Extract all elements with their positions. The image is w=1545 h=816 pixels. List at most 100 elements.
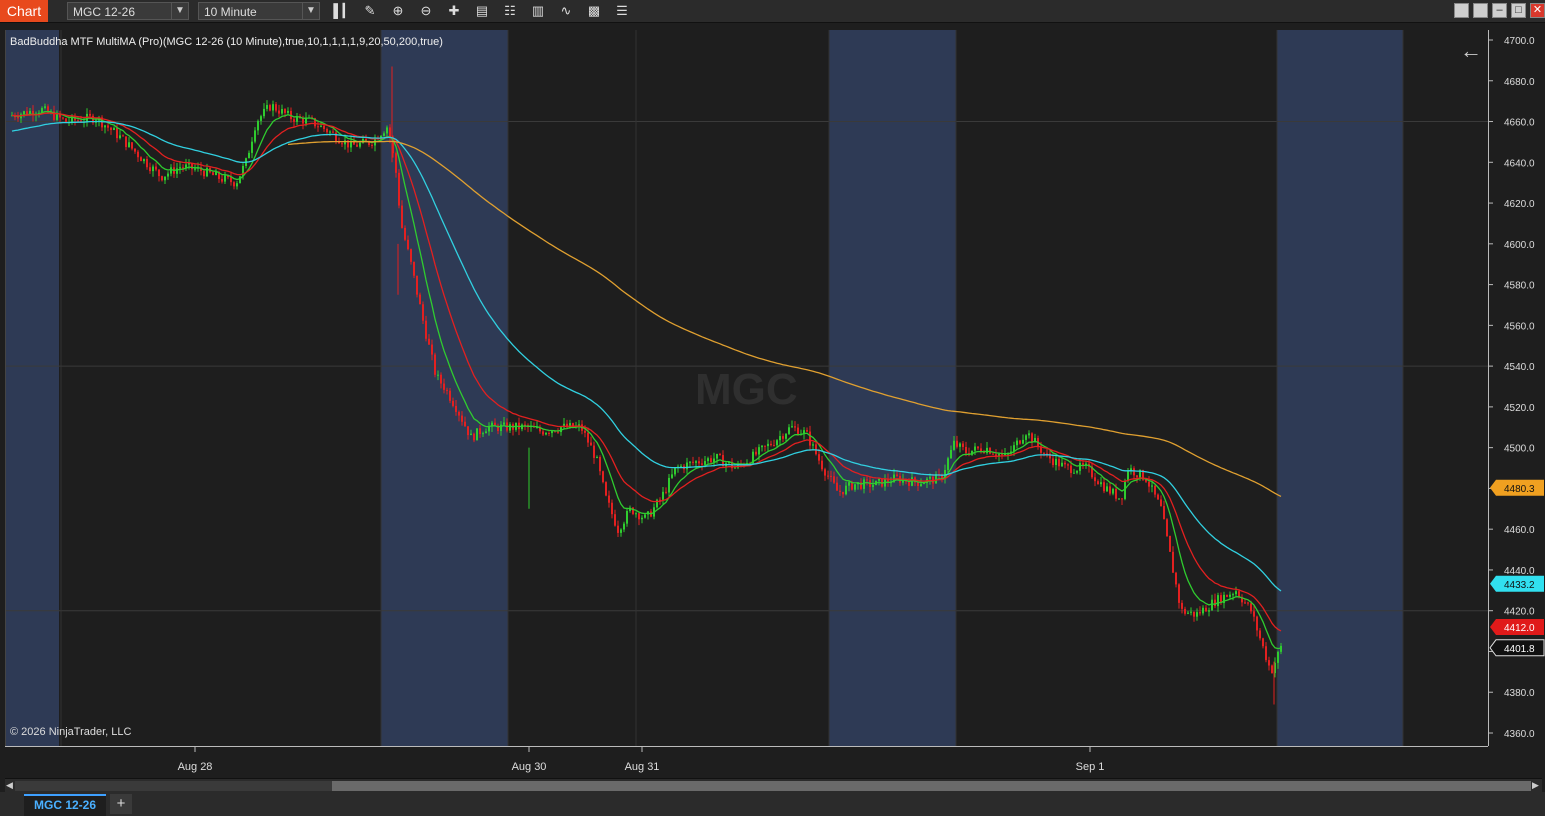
restore-icon[interactable] xyxy=(1473,3,1488,18)
chart-window-title[interactable]: Chart xyxy=(0,0,48,22)
instrument-selector[interactable]: MGC 12-26 ▼ xyxy=(67,2,189,20)
candle-body xyxy=(407,239,409,250)
candle-body xyxy=(1244,602,1246,604)
candle-body xyxy=(1160,499,1162,507)
pencil-icon[interactable]: ✎ xyxy=(360,2,380,20)
candle-body xyxy=(419,294,421,305)
candle-body xyxy=(203,171,205,177)
candle-body xyxy=(476,428,478,441)
candle-body xyxy=(1001,454,1003,456)
chevron-down-icon[interactable]: ▼ xyxy=(171,3,188,19)
tab-mgc-12-26[interactable]: MGC 12-26 xyxy=(24,794,106,816)
candle-body xyxy=(1016,440,1018,446)
price-tick-label: 4680.0 xyxy=(1504,77,1535,88)
candle-body xyxy=(164,176,166,181)
candle-body xyxy=(959,443,961,447)
candle-body xyxy=(1043,452,1045,454)
tile-icon[interactable] xyxy=(1454,3,1469,18)
time-axis[interactable]: Aug 28 Aug 30 Aug 31 Sep 1 xyxy=(5,746,1488,779)
candle-body xyxy=(470,433,472,436)
candle-body xyxy=(1187,612,1189,614)
candle-body xyxy=(455,405,457,412)
candle-body xyxy=(734,467,736,469)
scroll-thumb[interactable] xyxy=(332,781,1531,791)
candle-body xyxy=(104,125,106,128)
candle-body xyxy=(1097,481,1099,485)
candle-body xyxy=(1157,494,1159,500)
maximize-icon[interactable]: □ xyxy=(1511,3,1526,18)
indicators-icon[interactable]: ▥ xyxy=(528,2,548,20)
candle-body xyxy=(284,108,286,113)
candle-body xyxy=(947,458,949,470)
scroll-right-icon[interactable]: ▶ xyxy=(1532,780,1539,791)
candle-body xyxy=(602,471,604,483)
candle-body xyxy=(77,120,79,122)
candle-body xyxy=(1106,486,1108,492)
candle-body xyxy=(704,461,706,465)
candle-body xyxy=(692,461,694,463)
price-tick-label: 4460.0 xyxy=(1504,525,1535,536)
interval-selector[interactable]: 10 Minute ▼ xyxy=(198,2,320,20)
candle-body xyxy=(446,389,448,391)
candle-body xyxy=(674,467,676,475)
candle-body xyxy=(758,447,760,455)
properties-icon[interactable]: ▤ xyxy=(472,2,492,20)
candle-body xyxy=(146,159,148,168)
candle-body xyxy=(479,428,481,435)
copyright-text: © 2026 NinjaTrader, LLC xyxy=(10,726,132,738)
candle-body xyxy=(449,390,451,401)
scroll-left-icon[interactable]: ◀ xyxy=(6,780,13,791)
candle-body xyxy=(89,113,91,116)
candle-body xyxy=(1064,462,1066,465)
candle-body xyxy=(1151,485,1153,487)
candle-body xyxy=(1280,645,1282,652)
candle-body xyxy=(911,477,913,486)
candle-body xyxy=(986,447,988,453)
candle-body xyxy=(845,485,847,495)
add-tab-button[interactable]: + xyxy=(110,794,132,814)
template-icon[interactable]: ▩ xyxy=(584,2,604,20)
price-tick-label: 4620.0 xyxy=(1504,199,1535,210)
minimize-icon[interactable]: – xyxy=(1492,3,1507,18)
candle-body xyxy=(989,447,991,454)
data-series-icon[interactable]: ∿ xyxy=(556,2,576,20)
price-tick-label: 4660.0 xyxy=(1504,118,1535,129)
indicator-label[interactable]: BadBuddha MTF MultiMA (Pro)(MGC 12-26 (1… xyxy=(10,36,443,48)
candle-body xyxy=(341,143,343,145)
candle-body xyxy=(839,490,841,492)
crosshair-icon[interactable]: ✚ xyxy=(444,2,464,20)
bar-chart-icon[interactable]: ▌▎ xyxy=(333,2,353,20)
candle-body xyxy=(710,458,712,463)
horizontal-scrollbar[interactable]: ◀ ▶ xyxy=(5,778,1542,793)
zoom-in-icon[interactable]: ⊕ xyxy=(388,2,408,20)
arrow-left-icon[interactable]: ← xyxy=(1460,38,1482,64)
time-tick-label: Aug 30 xyxy=(512,761,547,773)
candle-body xyxy=(167,173,169,177)
chevron-down-icon[interactable]: ▼ xyxy=(302,3,319,19)
candle-body xyxy=(962,443,964,448)
candle-body xyxy=(1232,594,1234,596)
candle-body xyxy=(1061,462,1063,467)
zoom-out-icon[interactable]: ⊖ xyxy=(416,2,436,20)
ma-50-line xyxy=(11,120,1282,592)
candle-body xyxy=(1025,435,1027,440)
strategies-icon[interactable]: ☷ xyxy=(500,2,520,20)
candle-body xyxy=(326,128,328,133)
candle-body xyxy=(854,484,856,490)
price-axis[interactable]: 4700.0 4680.0 4660.0 4640.0 4620.0 4600.0 4580… xyxy=(1488,30,1545,746)
close-icon[interactable]: ✕ xyxy=(1530,3,1545,18)
candle-body xyxy=(542,431,544,435)
candle-body xyxy=(929,476,931,479)
candle-body xyxy=(833,476,835,483)
candle-body xyxy=(1262,638,1264,647)
candle-body xyxy=(701,463,703,465)
candle-body xyxy=(1271,665,1273,674)
candle-body xyxy=(266,105,268,109)
menu-icon[interactable]: ☰ xyxy=(612,2,632,20)
session-band xyxy=(1277,30,1403,746)
candle-body xyxy=(1133,468,1135,476)
candle-body xyxy=(686,462,688,470)
price-tag-label: 4433.2 xyxy=(1504,580,1535,591)
price-axis-labels: 4700.0 4680.0 4660.0 4640.0 4620.0 4600.0 4580… xyxy=(1489,36,1545,740)
candle-body xyxy=(827,475,829,477)
